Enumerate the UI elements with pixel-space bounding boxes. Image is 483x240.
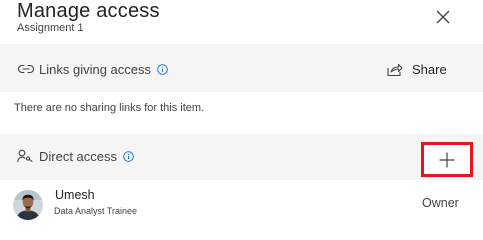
avatar — [13, 190, 43, 220]
close-button[interactable] — [432, 6, 454, 28]
share-label: Share — [412, 61, 447, 77]
direct-access-section: Direct access — [0, 134, 483, 180]
item-name: Assignment 1 — [17, 22, 84, 34]
add-people-button[interactable] — [421, 142, 473, 177]
direct-access-header: Direct access — [17, 148, 135, 164]
close-icon — [436, 10, 450, 24]
links-giving-access-section: Links giving access Share — [0, 44, 483, 92]
page-title: Manage access — [17, 0, 160, 22]
member-permission[interactable]: Owner — [422, 196, 459, 211]
links-section-label: Links giving access — [39, 61, 151, 77]
link-icon — [17, 61, 35, 77]
info-icon[interactable] — [123, 150, 135, 162]
member-role: Data Analyst Trainee — [54, 206, 138, 216]
person-key-icon — [17, 148, 35, 164]
member-name: Umesh — [55, 188, 95, 202]
links-section-header: Links giving access — [17, 61, 169, 77]
share-icon — [386, 61, 404, 77]
no-links-message: There are no sharing links for this item… — [14, 102, 205, 114]
panel-header: Manage access Assignment 1 — [0, 0, 483, 44]
add-icon — [439, 151, 455, 168]
member-row[interactable]: Umesh Data Analyst Trainee Owner — [0, 182, 483, 220]
share-button[interactable]: Share — [386, 61, 447, 77]
info-icon[interactable] — [157, 63, 169, 75]
direct-access-label: Direct access — [39, 148, 118, 164]
